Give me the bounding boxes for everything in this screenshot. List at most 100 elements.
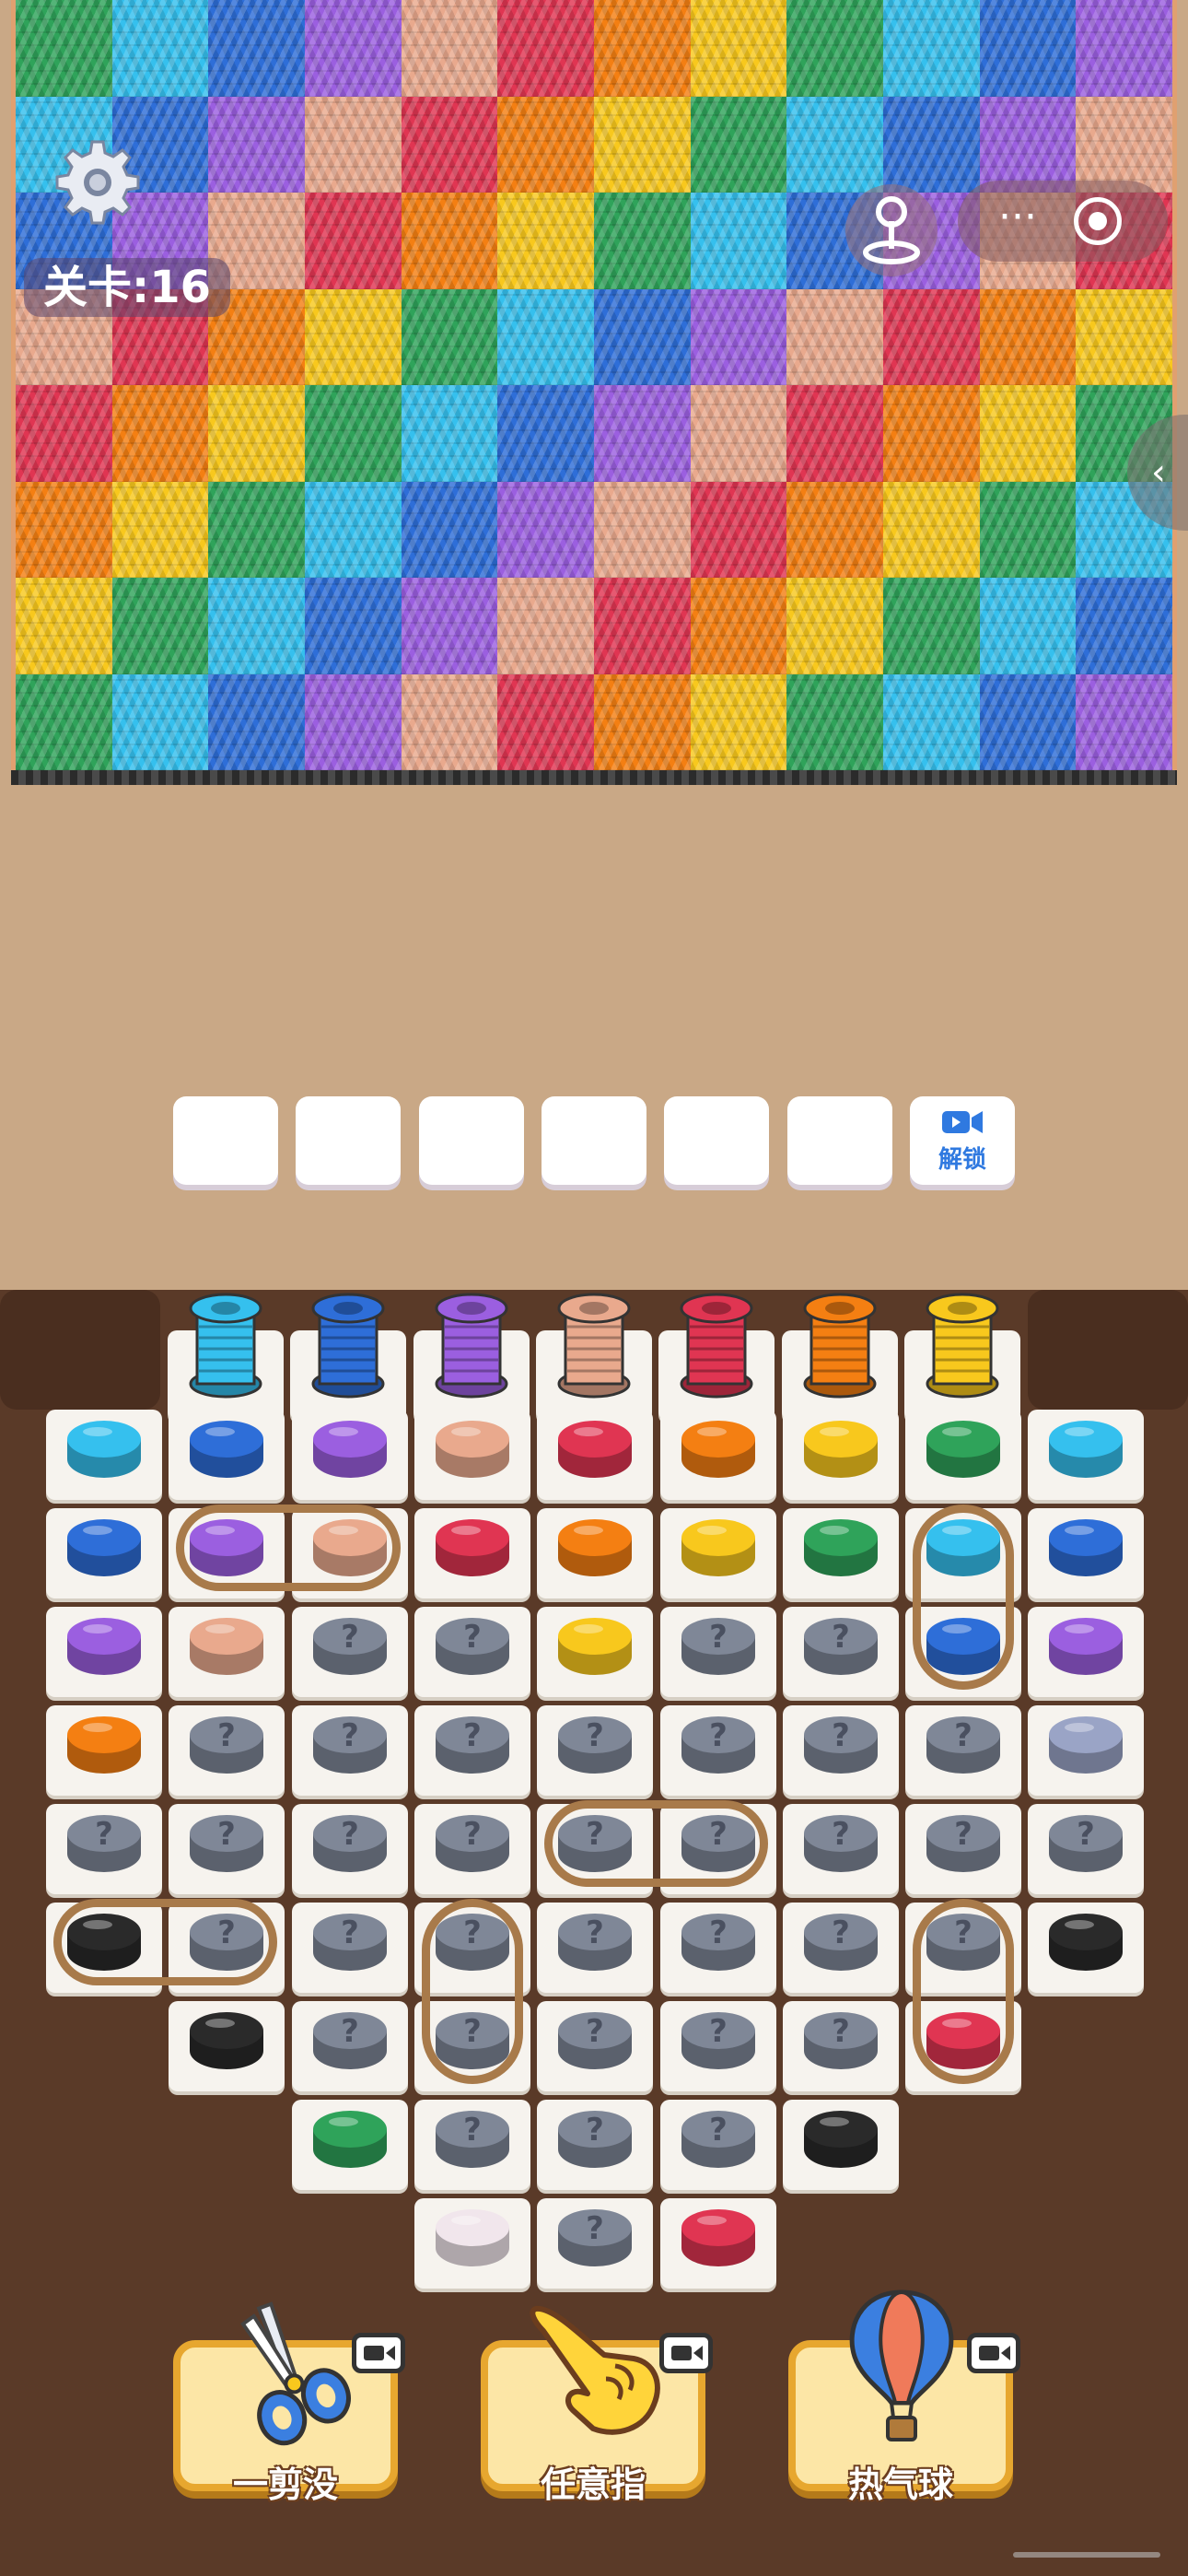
spool-top[interactable] bbox=[309, 1411, 391, 1485]
mystery-spool[interactable]: ? bbox=[185, 1806, 268, 1879]
mystery-spool[interactable]: ? bbox=[799, 1609, 882, 1682]
thread-spool[interactable] bbox=[307, 1290, 390, 1400]
thread-spool[interactable] bbox=[184, 1290, 267, 1400]
spool-top[interactable] bbox=[553, 1510, 636, 1584]
mystery-spool[interactable]: ? bbox=[799, 2003, 882, 2077]
svg-text:?: ? bbox=[832, 1717, 850, 1754]
mystery-spool[interactable]: ? bbox=[677, 1707, 760, 1781]
blanket-square bbox=[1076, 578, 1172, 675]
video-ad-badge-icon bbox=[352, 2333, 405, 2373]
mystery-spool[interactable]: ? bbox=[309, 2003, 391, 2077]
svg-text:?: ? bbox=[341, 1816, 359, 1853]
blanket-square bbox=[497, 193, 595, 290]
mystery-spool[interactable]: ? bbox=[677, 1904, 760, 1978]
spool-top[interactable] bbox=[1044, 1904, 1127, 1978]
spool-top[interactable] bbox=[553, 1411, 636, 1485]
blanket-square bbox=[786, 96, 884, 193]
mystery-spool[interactable]: ? bbox=[553, 1904, 636, 1978]
mystery-spool[interactable]: ? bbox=[922, 1806, 1005, 1879]
mystery-spool[interactable]: ? bbox=[431, 1609, 514, 1682]
spool-top[interactable] bbox=[1044, 1411, 1127, 1485]
board-notch-left bbox=[0, 1290, 160, 1410]
mystery-spool[interactable]: ? bbox=[309, 1904, 391, 1978]
blanket-square bbox=[1076, 0, 1172, 98]
mystery-spool[interactable]: ? bbox=[553, 2102, 636, 2175]
blanket-square bbox=[690, 0, 788, 98]
spool-top[interactable] bbox=[922, 1411, 1005, 1485]
blanket-square bbox=[690, 673, 788, 771]
mystery-spool[interactable]: ? bbox=[63, 1806, 146, 1879]
joystick-button[interactable] bbox=[845, 184, 938, 276]
spool-top[interactable] bbox=[63, 1510, 146, 1584]
spool-top[interactable] bbox=[677, 1510, 760, 1584]
blanket-square bbox=[497, 96, 595, 193]
blanket-square bbox=[16, 578, 113, 675]
blanket-square bbox=[786, 385, 884, 483]
mystery-spool[interactable]: ? bbox=[922, 1707, 1005, 1781]
blanket-square bbox=[594, 288, 692, 386]
spool-top[interactable] bbox=[63, 1707, 146, 1781]
thread-spool[interactable] bbox=[798, 1290, 881, 1400]
blanket-square bbox=[883, 96, 981, 193]
spool-top[interactable] bbox=[185, 2003, 268, 2077]
spool-top[interactable] bbox=[185, 1411, 268, 1485]
booster-scissors-button[interactable]: 一剪没 bbox=[173, 2301, 405, 2505]
mystery-spool[interactable]: ? bbox=[431, 1707, 514, 1781]
spool-top[interactable] bbox=[185, 1609, 268, 1682]
mystery-spool[interactable]: ? bbox=[309, 1707, 391, 1781]
spool-top[interactable] bbox=[431, 2200, 514, 2274]
mystery-spool[interactable]: ? bbox=[553, 1707, 636, 1781]
spool-top[interactable] bbox=[1044, 1707, 1127, 1781]
booster-balloon-button[interactable]: 热气球 bbox=[788, 2289, 1020, 2505]
mystery-spool[interactable]: ? bbox=[309, 1806, 391, 1879]
record-icon[interactable] bbox=[1074, 197, 1122, 245]
mystery-spool[interactable]: ? bbox=[677, 1609, 760, 1682]
spool-top[interactable] bbox=[1044, 1510, 1127, 1584]
spool-top[interactable] bbox=[1044, 1609, 1127, 1682]
thread-spool[interactable] bbox=[921, 1290, 1004, 1400]
svg-text:?: ? bbox=[463, 1717, 482, 1754]
booster-pointer-button[interactable]: 任意指 bbox=[481, 2305, 713, 2505]
thread-spool[interactable] bbox=[553, 1290, 635, 1400]
spool-top[interactable] bbox=[677, 1411, 760, 1485]
spool-top[interactable] bbox=[677, 2200, 760, 2274]
mystery-spool[interactable]: ? bbox=[1044, 1806, 1127, 1879]
more-dots-icon[interactable]: ··· bbox=[976, 181, 1059, 262]
svg-text:?: ? bbox=[217, 1816, 236, 1853]
mystery-spool[interactable]: ? bbox=[431, 2102, 514, 2175]
settings-button[interactable] bbox=[52, 136, 144, 228]
blanket-square bbox=[883, 578, 981, 675]
mystery-spool[interactable]: ? bbox=[799, 1904, 882, 1978]
spool-top[interactable] bbox=[63, 1609, 146, 1682]
mystery-spool[interactable]: ? bbox=[799, 1707, 882, 1781]
thread-spool[interactable] bbox=[430, 1290, 513, 1400]
thread-spool[interactable] bbox=[675, 1290, 758, 1400]
blanket-square bbox=[883, 385, 981, 483]
mystery-spool[interactable]: ? bbox=[431, 1806, 514, 1879]
blanket-square bbox=[401, 193, 499, 290]
blanket-square bbox=[16, 481, 113, 579]
mystery-spool[interactable]: ? bbox=[677, 2102, 760, 2175]
mystery-spool[interactable]: ? bbox=[185, 1707, 268, 1781]
mystery-spool[interactable]: ? bbox=[553, 2003, 636, 2077]
mystery-spool[interactable]: ? bbox=[309, 1609, 391, 1682]
hot-air-balloon-icon bbox=[849, 2289, 954, 2441]
spool-top[interactable] bbox=[799, 1411, 882, 1485]
spool-top[interactable] bbox=[553, 1609, 636, 1682]
blanket-square bbox=[208, 673, 306, 771]
blanket-square bbox=[305, 578, 402, 675]
spool-top[interactable] bbox=[309, 2102, 391, 2175]
mini-program-capsule: ··· bbox=[958, 181, 1168, 262]
blanket-square bbox=[111, 673, 210, 771]
spool-top[interactable] bbox=[431, 1510, 514, 1584]
spool-top[interactable] bbox=[799, 1510, 882, 1584]
mystery-spool[interactable]: ? bbox=[553, 2200, 636, 2274]
mystery-spool[interactable]: ? bbox=[677, 2003, 760, 2077]
mystery-spool[interactable]: ? bbox=[799, 1806, 882, 1879]
spool-top[interactable] bbox=[431, 1411, 514, 1485]
spool-top[interactable] bbox=[63, 1411, 146, 1485]
unlock-slot-button[interactable]: 解锁 bbox=[910, 1096, 1015, 1185]
blanket-square bbox=[208, 96, 306, 193]
spool-top[interactable] bbox=[799, 2102, 882, 2175]
svg-text:?: ? bbox=[709, 2013, 728, 2050]
